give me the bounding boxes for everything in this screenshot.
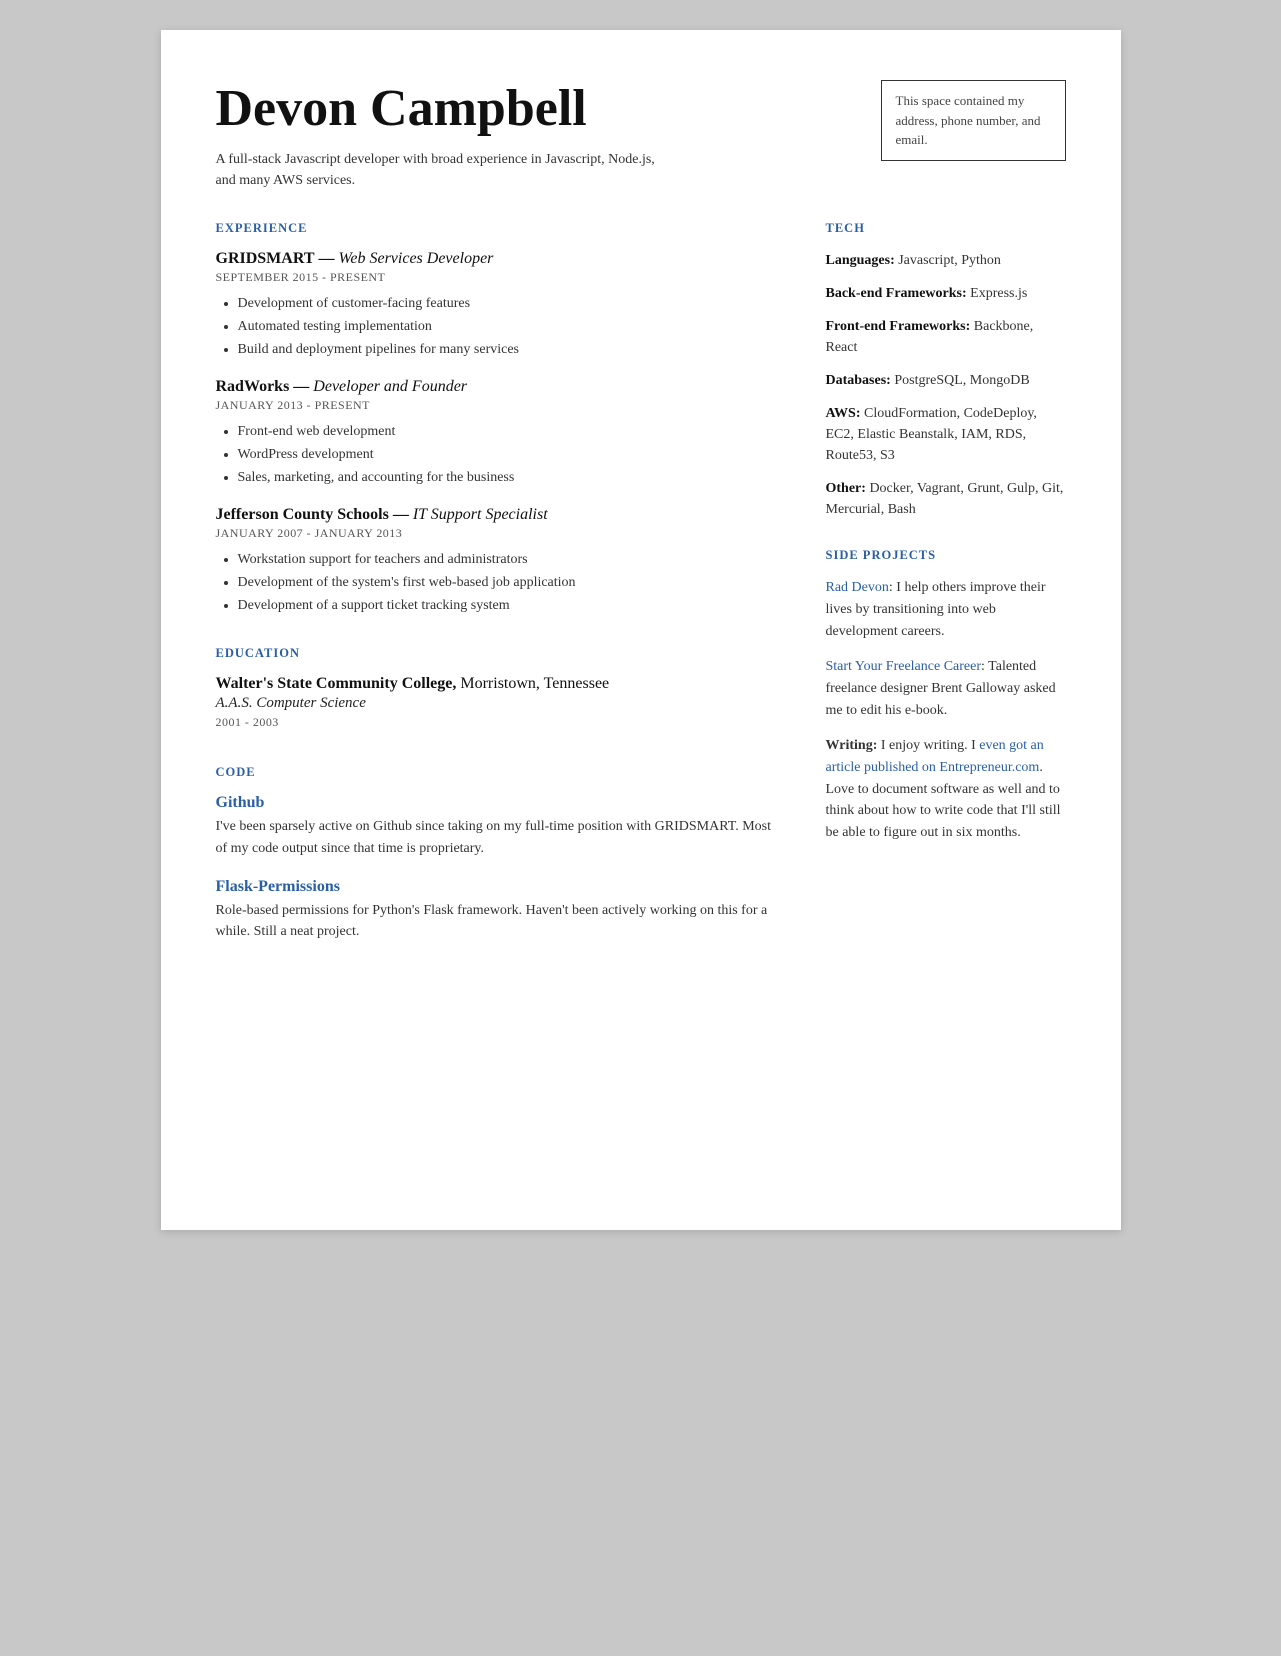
code-section-title: CODE [216, 765, 786, 780]
institution-name: Walter's State Community College, [216, 675, 457, 692]
education-section-title: EDUCATION [216, 646, 786, 661]
job-dates-gridsmart: SEPTEMBER 2015 - PRESENT [216, 270, 786, 285]
flask-link[interactable]: Flask-Permissions [216, 878, 340, 895]
rad-devon-link[interactable]: Rad Devon [826, 580, 889, 595]
side-projects-section-title: SIDE PROJECTS [826, 548, 1066, 563]
header: Devon Campbell A full-stack Javascript d… [216, 80, 1066, 191]
list-item: Front-end web development [238, 421, 786, 442]
education-institution: Walter's State Community College, Morris… [216, 675, 786, 693]
list-item: Development of the system's first web-ba… [238, 572, 786, 593]
list-item: Development of customer-facing features [238, 293, 786, 314]
tech-other: Other: Docker, Vagrant, Grunt, Gulp, Git… [826, 478, 1066, 520]
list-item: Automated testing implementation [238, 316, 786, 337]
code-project-flask-title[interactable]: Flask-Permissions [216, 878, 786, 896]
list-item: WordPress development [238, 444, 786, 465]
tech-languages: Languages: Javascript, Python [826, 250, 1066, 271]
list-item: Workstation support for teachers and adm… [238, 549, 786, 570]
address-box: This space contained my address, phone n… [881, 80, 1066, 161]
left-column: EXPERIENCE GRIDSMART — Web Services Deve… [216, 221, 786, 943]
list-item: Development of a support ticket tracking… [238, 595, 786, 616]
experience-section-title: EXPERIENCE [216, 221, 786, 236]
education-dates: 2001 - 2003 [216, 715, 786, 730]
candidate-name: Devon Campbell [216, 80, 851, 137]
job-bullets-jefferson: Workstation support for teachers and adm… [238, 549, 786, 616]
candidate-tagline: A full-stack Javascript developer with b… [216, 149, 851, 191]
freelance-career-link[interactable]: Start Your Freelance Career [826, 659, 982, 674]
code-project-flask-desc: Role-based permissions for Python's Flas… [216, 900, 786, 943]
code-project-github-desc: I've been sparsely active on Github sinc… [216, 816, 786, 859]
job-dates-radworks: JANUARY 2013 - PRESENT [216, 398, 786, 413]
job-bullets-radworks: Front-end web development WordPress deve… [238, 421, 786, 488]
job-bullets-gridsmart: Development of customer-facing features … [238, 293, 786, 360]
tech-frontend: Front-end Frameworks: Backbone, React [826, 316, 1066, 358]
tech-aws: AWS: CloudFormation, CodeDeploy, EC2, El… [826, 403, 1066, 466]
side-project-writing: Writing: I enjoy writing. I even got an … [826, 735, 1066, 843]
tech-backend: Back-end Frameworks: Express.js [826, 283, 1066, 304]
list-item: Sales, marketing, and accounting for the… [238, 467, 786, 488]
institution-location: Morristown, Tennessee [460, 675, 609, 692]
job-title-radworks: RadWorks — Developer and Founder [216, 378, 786, 396]
header-left: Devon Campbell A full-stack Javascript d… [216, 80, 851, 191]
side-project-freelance: Start Your Freelance Career: Talented fr… [826, 656, 1066, 721]
resume-page: Devon Campbell A full-stack Javascript d… [161, 30, 1121, 1230]
tech-section-title: TECH [826, 221, 1066, 236]
job-title-jefferson: Jefferson County Schools — IT Support Sp… [216, 506, 786, 524]
two-col-layout: EXPERIENCE GRIDSMART — Web Services Deve… [216, 221, 1066, 943]
right-column: TECH Languages: Javascript, Python Back-… [826, 221, 1066, 943]
tech-databases: Databases: PostgreSQL, MongoDB [826, 370, 1066, 391]
job-title-gridsmart: GRIDSMART — Web Services Developer [216, 250, 786, 268]
code-project-github-title[interactable]: Github [216, 794, 786, 812]
github-link[interactable]: Github [216, 794, 265, 811]
job-dates-jefferson: JANUARY 2007 - JANUARY 2013 [216, 526, 786, 541]
side-project-rad-devon: Rad Devon: I help others improve their l… [826, 577, 1066, 642]
list-item: Build and deployment pipelines for many … [238, 339, 786, 360]
education-degree: A.A.S. Computer Science [216, 695, 786, 712]
